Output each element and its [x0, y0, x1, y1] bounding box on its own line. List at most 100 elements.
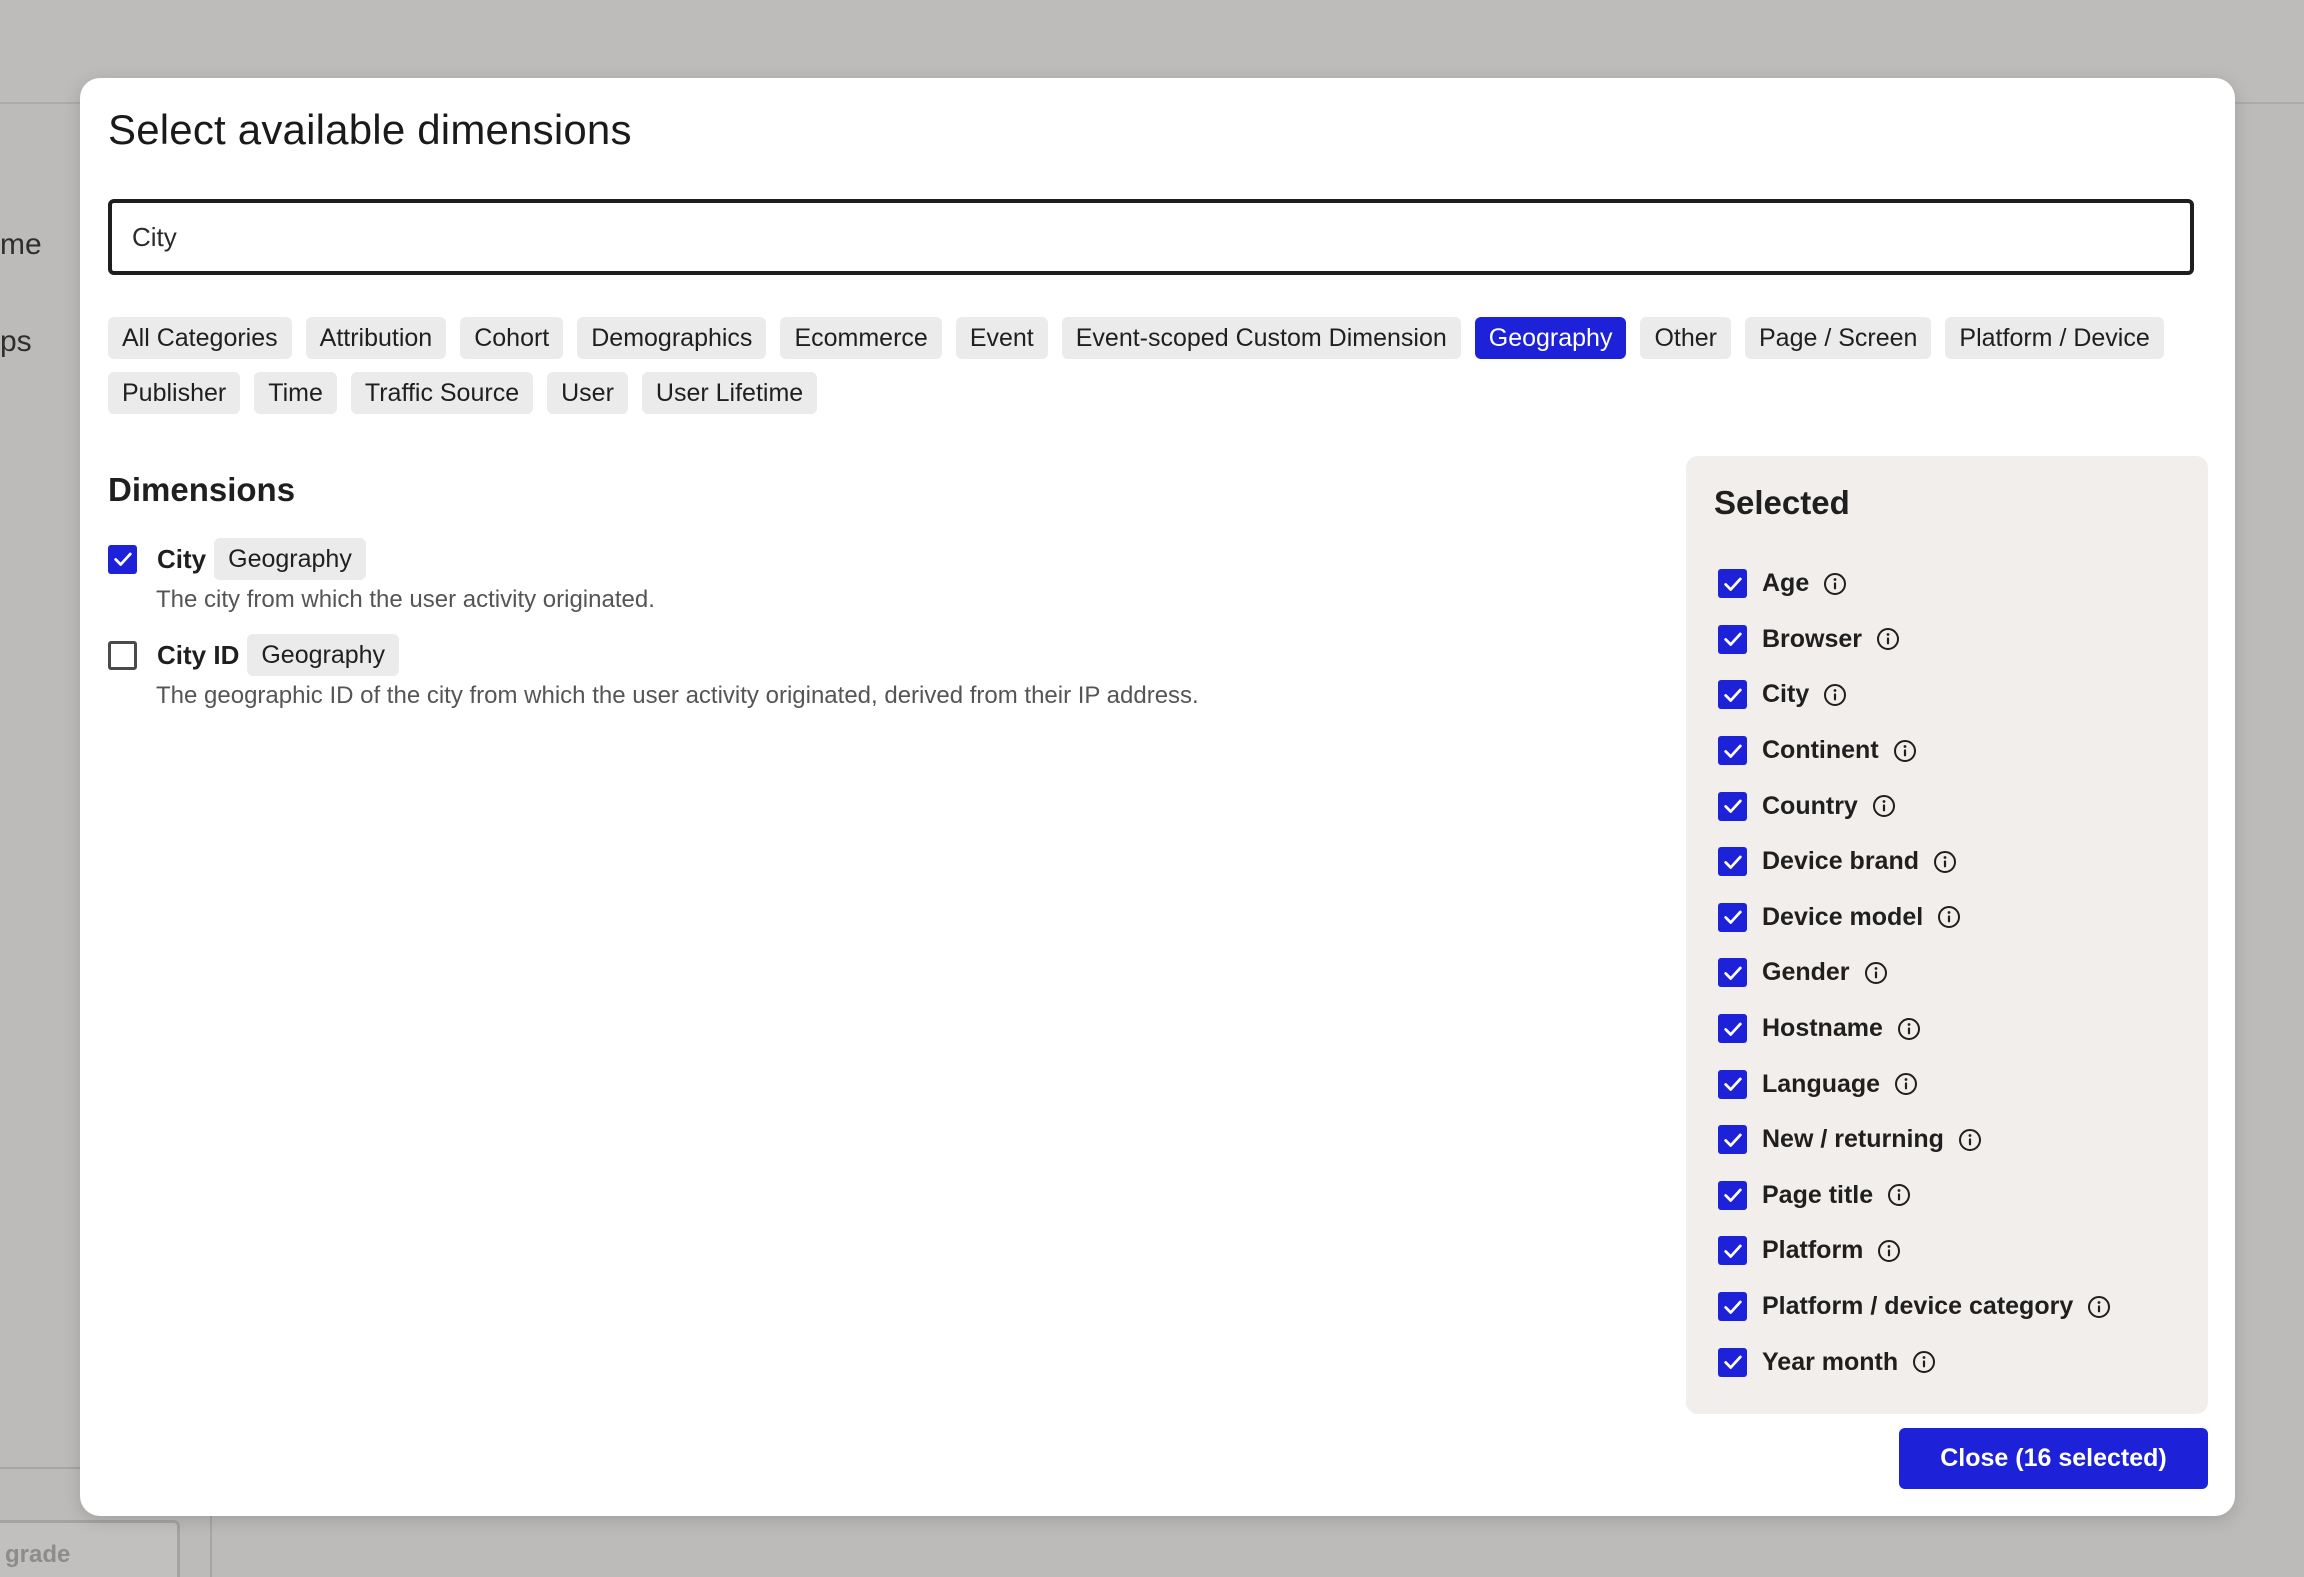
- info-icon[interactable]: [1823, 572, 1847, 596]
- category-chip-user-lifetime[interactable]: User Lifetime: [641, 372, 818, 414]
- selected-item-label: Page title: [1762, 1180, 1874, 1209]
- selected-checkbox[interactable]: [1718, 1292, 1747, 1322]
- selected-checkbox[interactable]: [1718, 1069, 1747, 1099]
- selected-item-label: Country: [1762, 791, 1858, 820]
- category-chip-user[interactable]: User: [547, 372, 628, 414]
- dimension-search-input[interactable]: [108, 199, 2194, 275]
- category-chip-cohort[interactable]: Cohort: [460, 317, 564, 359]
- selected-item-label: Hostname: [1762, 1014, 1883, 1043]
- selected-item-city: City: [1718, 667, 2111, 723]
- selected-item-label: Language: [1762, 1069, 1881, 1098]
- selected-item-hostname: Hostname: [1718, 1001, 2111, 1057]
- selected-item-browser: Browser: [1718, 612, 2111, 668]
- selected-checkbox[interactable]: [1718, 1236, 1747, 1266]
- selected-item-year-month: Year month: [1718, 1334, 2111, 1390]
- selected-checkbox[interactable]: [1718, 736, 1747, 766]
- selected-checkbox[interactable]: [1718, 902, 1747, 932]
- selected-item-gender: Gender: [1718, 945, 2111, 1001]
- selected-item-label: Device model: [1762, 902, 1924, 931]
- dimension-name: City ID: [157, 639, 240, 670]
- info-icon[interactable]: [1893, 739, 1917, 763]
- selected-item-label: Device brand: [1762, 847, 1920, 876]
- category-chip-platform-device[interactable]: Platform / Device: [1945, 317, 2164, 359]
- selected-item-continent: Continent: [1718, 723, 2111, 779]
- info-icon[interactable]: [1937, 905, 1961, 929]
- dialog-title: Select available dimensions: [108, 106, 632, 153]
- selected-checkbox[interactable]: [1718, 569, 1747, 599]
- selected-item-country: Country: [1718, 778, 2111, 834]
- selected-item-label: Platform / device category: [1762, 1292, 2074, 1321]
- category-chip-attribution[interactable]: Attribution: [305, 317, 447, 359]
- selected-heading: Selected: [1714, 484, 1850, 521]
- category-chip-ecommerce[interactable]: Ecommerce: [780, 317, 942, 359]
- selected-checkbox[interactable]: [1718, 1347, 1747, 1377]
- category-chip-demographics[interactable]: Demographics: [577, 317, 767, 359]
- dimension-item: City Geography The city from which the use…: [108, 538, 1608, 614]
- background-text-2: ps: [0, 325, 32, 358]
- category-chip-event-scoped-custom-dimension[interactable]: Event-scoped Custom Dimension: [1061, 317, 1461, 359]
- info-icon[interactable]: [1877, 1239, 1901, 1263]
- selected-item-platform-device-category: Platform / device category: [1718, 1279, 2111, 1335]
- background-upgrade-button: grade: [0, 1520, 180, 1577]
- selected-checkbox[interactable]: [1718, 847, 1747, 877]
- selected-item-label: Platform: [1762, 1236, 1864, 1265]
- selected-item-page-title: Page title: [1718, 1168, 2111, 1224]
- dimension-checkbox[interactable]: [108, 640, 137, 670]
- dimension-category-tag: Geography: [214, 538, 366, 580]
- category-filter-chips: All Categories Attribution Cohort Demograph…: [108, 317, 2208, 414]
- info-icon[interactable]: [1823, 683, 1847, 707]
- info-icon[interactable]: [2087, 1295, 2111, 1319]
- selected-item-device-model: Device model: [1718, 890, 2111, 946]
- category-chip-publisher[interactable]: Publisher: [108, 372, 241, 414]
- background-text-1: me: [0, 228, 42, 261]
- category-chip-time[interactable]: Time: [254, 372, 337, 414]
- dimension-row: City ID Geography: [108, 634, 1608, 676]
- dimensions-heading: Dimensions: [108, 471, 296, 508]
- selected-item-platform: Platform: [1718, 1223, 2111, 1279]
- category-chip-all-categories[interactable]: All Categories: [108, 317, 292, 359]
- selected-item-language: Language: [1718, 1056, 2111, 1112]
- selected-dimensions-panel: Selected Age Browser City Continent Country D…: [1686, 456, 2208, 1414]
- dimension-checkbox[interactable]: [108, 544, 137, 574]
- selected-item-new-returning: New / returning: [1718, 1112, 2111, 1168]
- info-icon[interactable]: [1864, 961, 1888, 985]
- selected-checkbox[interactable]: [1718, 1014, 1747, 1044]
- category-chip-page-screen[interactable]: Page / Screen: [1744, 317, 1932, 359]
- selected-item-label: Year month: [1762, 1347, 1899, 1376]
- info-icon[interactable]: [1958, 1128, 1982, 1152]
- selected-checkbox[interactable]: [1718, 958, 1747, 988]
- dimension-description: The city from which the user activity or…: [156, 586, 655, 613]
- info-icon[interactable]: [1933, 850, 1957, 874]
- selected-item-label: Continent: [1762, 736, 1879, 765]
- category-chip-event[interactable]: Event: [955, 317, 1048, 359]
- info-icon[interactable]: [1876, 627, 1900, 651]
- selected-checkbox[interactable]: [1718, 680, 1747, 710]
- selected-checkbox[interactable]: [1718, 791, 1747, 821]
- category-chip-traffic-source[interactable]: Traffic Source: [350, 372, 534, 414]
- info-icon[interactable]: [1894, 1072, 1918, 1096]
- selected-item-label: Gender: [1762, 958, 1850, 987]
- dimension-description: The geographic ID of the city from which…: [156, 682, 1199, 709]
- selected-item-label: Browser: [1762, 624, 1863, 653]
- close-button[interactable]: Close (16 selected): [1899, 1428, 2208, 1489]
- info-icon[interactable]: [1897, 1017, 1921, 1041]
- dimension-row: City Geography: [108, 538, 1608, 580]
- select-dimensions-dialog: Select available dimensions All Categori…: [80, 78, 2235, 1516]
- info-icon[interactable]: [1887, 1183, 1911, 1207]
- dimension-results-list: City Geography The city from which the use…: [108, 538, 1608, 730]
- selected-checkbox[interactable]: [1718, 1125, 1747, 1155]
- selected-item-device-brand: Device brand: [1718, 834, 2111, 890]
- info-icon[interactable]: [1912, 1350, 1936, 1374]
- selected-item-label: New / returning: [1762, 1125, 1944, 1154]
- dimension-item: City ID Geography The geographic ID of the…: [108, 634, 1608, 710]
- selected-item-label: Age: [1762, 569, 1810, 598]
- category-chip-geography[interactable]: Geography: [1474, 317, 1627, 359]
- category-chip-other[interactable]: Other: [1640, 317, 1731, 359]
- selected-item-label: City: [1762, 680, 1810, 709]
- dimension-category-tag: Geography: [247, 634, 400, 676]
- info-icon[interactable]: [1872, 794, 1896, 818]
- selected-checkbox[interactable]: [1718, 1180, 1747, 1210]
- dimension-name: City: [157, 543, 207, 574]
- selected-item-age: Age: [1718, 556, 2111, 612]
- selected-checkbox[interactable]: [1718, 624, 1747, 654]
